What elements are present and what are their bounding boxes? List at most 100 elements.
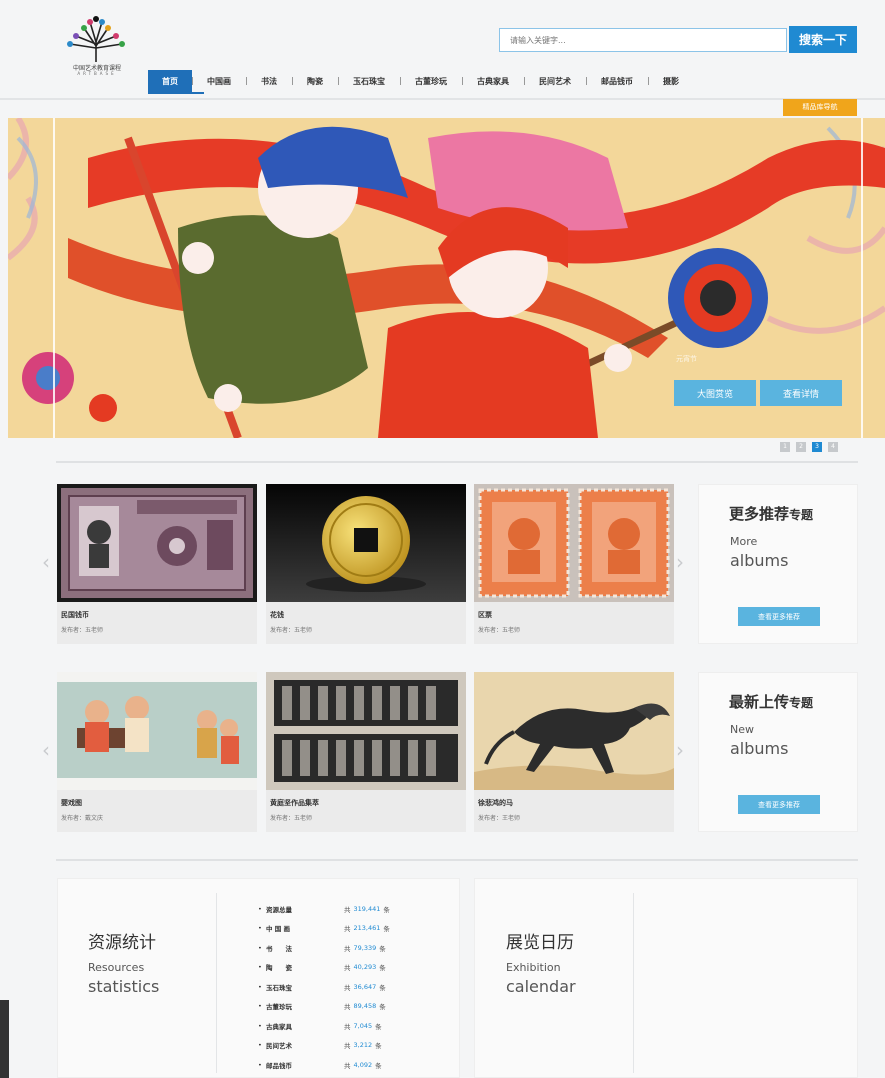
stat-count: 319,441 — [353, 904, 381, 913]
row2-next-arrow[interactable]: › — [676, 738, 684, 762]
guide-tag[interactable]: 精品库导航 — [783, 99, 857, 116]
stat-count: 4,092 — [353, 1060, 373, 1069]
album-author: 发布者：五老师 — [270, 815, 313, 822]
stat-prefix: 共 — [344, 925, 351, 934]
album-thumbnail — [57, 672, 257, 790]
stat-suffix: 条 — [383, 905, 390, 914]
stat-row[interactable]: • 古典家具共 7,045 条 — [258, 1016, 428, 1036]
nav-item-home[interactable]: 首页 — [148, 70, 192, 92]
nav-item-chinese-painting[interactable]: 中国画 — [192, 70, 246, 92]
album-card[interactable]: 黄庭坚作品集萃 发布者：五老师 — [266, 672, 466, 832]
nav-item-antiques[interactable]: 古董珍玩 — [400, 70, 462, 92]
more-recommendations-button[interactable]: 查看更多推荐 — [738, 607, 820, 626]
nav-item-stamps-coins[interactable]: 邮品钱币 — [586, 70, 648, 92]
stat-prefix: 共 — [344, 964, 351, 973]
album-title: 黄庭坚作品集萃 — [270, 799, 319, 807]
search-input[interactable] — [499, 28, 787, 52]
stat-row[interactable]: • 陶 瓷共 40,293 条 — [258, 958, 428, 978]
stat-prefix: 共 — [344, 1003, 351, 1012]
album-thumbnail — [474, 484, 674, 602]
album-title: 婴戏图 — [61, 799, 82, 807]
stat-count: 213,461 — [353, 924, 381, 933]
album-thumbnail — [57, 484, 257, 602]
stat-row[interactable]: • 古董珍玩共 89,458 条 — [258, 997, 428, 1017]
stat-label: 邮品钱币 — [266, 1061, 292, 1070]
row1-next-arrow[interactable]: › — [676, 550, 684, 574]
new-albums-en1: New — [730, 723, 754, 736]
search-button[interactable]: 搜索一下 — [789, 26, 857, 53]
stat-count: 36,647 — [353, 982, 377, 991]
new-albums-en2: albums — [730, 739, 789, 758]
hero-banner[interactable]: 元宵节 大图赏览 查看详情 — [8, 118, 885, 438]
stat-row[interactable]: • 民间艺术共 3,212 条 — [258, 1036, 428, 1056]
stat-count: 3,212 — [353, 1041, 373, 1050]
stat-label: 民间艺术 — [266, 1042, 292, 1051]
panel-divider — [216, 893, 217, 1073]
banner-dot[interactable]: 2 — [796, 442, 806, 452]
row2-prev-arrow[interactable]: ‹ — [42, 738, 50, 762]
new-albums-more-button[interactable]: 查看更多推荐 — [738, 795, 820, 814]
album-author: 发布者：戴文庆 — [61, 815, 104, 822]
stat-row[interactable]: • 中 国 画共 213,461 条 — [258, 919, 428, 939]
row1-prev-arrow[interactable]: ‹ — [42, 550, 50, 574]
album-author: 发布者：五老师 — [478, 627, 521, 634]
stat-row[interactable]: • 玉石珠宝共 36,647 条 — [258, 977, 428, 997]
album-card[interactable]: 区票 发布者：五老师 — [474, 484, 674, 644]
stat-suffix: 条 — [375, 1042, 382, 1051]
view-large-button[interactable]: 大图赏览 — [674, 380, 756, 406]
stat-prefix: 共 — [344, 1042, 351, 1051]
stat-suffix: 条 — [379, 1003, 386, 1012]
nav-item-calligraphy[interactable]: 书法 — [246, 70, 292, 92]
nav-item-ceramics[interactable]: 陶瓷 — [292, 70, 338, 92]
stat-count: 79,339 — [353, 943, 377, 952]
album-title: 徐悲鸿的马 — [478, 799, 513, 807]
album-thumbnail — [474, 672, 674, 790]
album-card[interactable]: 民国钱币 发布者：五老师 — [57, 484, 257, 644]
stat-label: 玉石珠宝 — [266, 983, 292, 992]
new-albums-title-suffix: 专题 — [789, 696, 814, 710]
stat-suffix: 条 — [375, 1061, 382, 1070]
nav-item-photography[interactable]: 摄影 — [648, 70, 694, 92]
banner-dot[interactable]: 1 — [780, 442, 790, 452]
stat-suffix: 条 — [375, 1022, 382, 1031]
stat-label: 中 国 画 — [266, 925, 291, 934]
album-card[interactable]: 婴戏图 发布者：戴文庆 — [57, 672, 257, 832]
album-author: 发布者：五老师 — [61, 627, 104, 634]
nav-item-furniture[interactable]: 古典家具 — [462, 70, 524, 92]
album-author: 发布者：王老师 — [478, 815, 521, 822]
album-card[interactable]: 徐悲鸿的马 发布者：王老师 — [474, 672, 674, 832]
stat-suffix: 条 — [383, 925, 390, 934]
album-card[interactable]: 花钱 发布者：五老师 — [266, 484, 466, 644]
more-albums-title-suffix: 专题 — [789, 508, 814, 522]
resource-stats-list: • 资源总量共 319,441 条 • 中 国 画共 213,461 条 • 书 法共 79,3… — [258, 899, 428, 1075]
stat-prefix: 共 — [344, 944, 351, 953]
resources-en1: Resources — [88, 961, 145, 974]
stat-label: 古典家具 — [266, 1022, 292, 1031]
more-albums-en1: More — [730, 535, 758, 548]
stat-label: 陶 瓷 — [266, 964, 292, 973]
stat-count: 7,045 — [353, 1021, 373, 1030]
stat-row[interactable]: • 书 法共 79,339 条 — [258, 938, 428, 958]
nav-item-folk-art[interactable]: 民间艺术 — [524, 70, 586, 92]
main-nav: 首页 中国画 书法 陶瓷 玉石珠宝 古董珍玩 古典家具 民间艺术 邮品钱币 摄影 — [148, 70, 694, 92]
album-title: 民国钱币 — [61, 611, 89, 619]
new-albums-title: 最新上传 — [729, 693, 790, 711]
stat-suffix: 条 — [379, 983, 386, 992]
view-details-button[interactable]: 查看详情 — [760, 380, 842, 406]
panel-divider — [633, 893, 634, 1073]
stat-row[interactable]: • 资源总量共 319,441 条 — [258, 899, 428, 919]
banner-dot-active[interactable]: 3 — [812, 442, 822, 452]
nav-divider — [0, 98, 885, 100]
stat-row[interactable]: • 邮品钱币共 4,092 条 — [258, 1055, 428, 1075]
resources-en2: statistics — [88, 977, 160, 996]
exhibition-en1: Exhibition — [506, 961, 561, 974]
album-author: 发布者：五老师 — [270, 627, 313, 634]
stat-count: 40,293 — [353, 963, 377, 972]
nav-active-indicator — [148, 92, 204, 94]
resources-title: 资源统计 — [88, 933, 156, 953]
nav-item-jade-jewelry[interactable]: 玉石珠宝 — [338, 70, 400, 92]
banner-dot[interactable]: 4 — [828, 442, 838, 452]
more-albums-title: 更多推荐 — [729, 505, 790, 523]
more-albums-panel: 更多推荐专题 More albums 查看更多推荐 — [698, 484, 858, 644]
banner-caption: 元宵节 — [676, 355, 697, 363]
